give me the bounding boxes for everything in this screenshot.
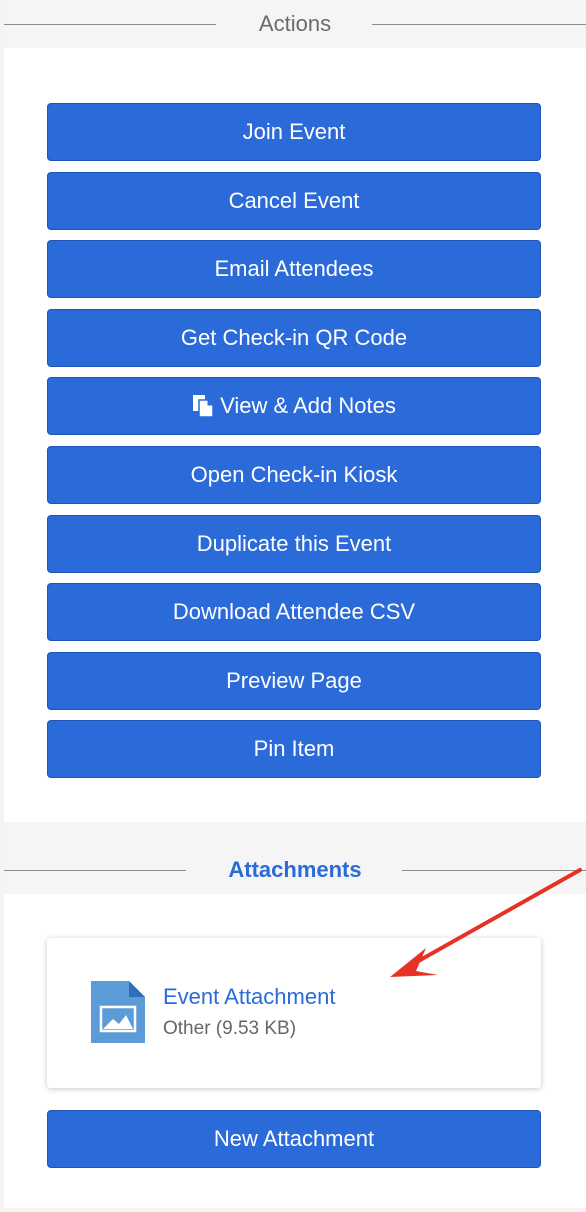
attachments-title: Attachments <box>228 857 362 882</box>
attachment-card[interactable]: Event Attachment Other (9.53 KB) <box>47 938 541 1088</box>
actions-title: Actions <box>258 11 332 36</box>
new-attachment-label: New Attachment <box>213 1126 375 1151</box>
view-add-notes-button[interactable]: View & Add Notes <box>47 377 541 435</box>
pin-item-label: Pin Item <box>253 736 335 761</box>
email-attendees-button[interactable]: Email Attendees <box>47 240 541 298</box>
new-attachment-button[interactable]: New Attachment <box>47 1110 541 1168</box>
actions-header: Actions <box>4 0 586 48</box>
join-event-button[interactable]: Join Event <box>47 103 541 161</box>
header-divider-right <box>402 870 586 871</box>
join-event-label: Join Event <box>242 119 346 144</box>
download-attendee-csv-label: Download Attendee CSV <box>172 599 416 624</box>
preview-page-label: Preview Page <box>226 668 362 693</box>
get-checkin-qr-button[interactable]: Get Check-in QR Code <box>47 309 541 367</box>
cancel-event-label: Cancel Event <box>228 188 360 213</box>
attachment-name-link[interactable]: Event Attachment <box>163 984 335 1010</box>
attachment-meta: Other (9.53 KB) <box>163 1018 297 1039</box>
notes-icon <box>192 394 214 418</box>
pin-item-button[interactable]: Pin Item <box>47 720 541 778</box>
duplicate-event-button[interactable]: Duplicate this Event <box>47 515 541 573</box>
header-divider-left <box>4 870 186 871</box>
download-attendee-csv-button[interactable]: Download Attendee CSV <box>47 583 541 641</box>
email-attendees-label: Email Attendees <box>214 256 374 281</box>
header-divider-left <box>4 24 216 25</box>
get-checkin-qr-label: Get Check-in QR Code <box>180 325 408 350</box>
cancel-event-button[interactable]: Cancel Event <box>47 172 541 230</box>
view-add-notes-label: View & Add Notes <box>220 393 396 418</box>
attachments-header: Attachments <box>4 846 586 894</box>
header-divider-right <box>372 24 586 25</box>
open-checkin-kiosk-button[interactable]: Open Check-in Kiosk <box>47 446 541 504</box>
duplicate-event-label: Duplicate this Event <box>196 531 392 556</box>
image-file-icon <box>91 981 145 1043</box>
open-checkin-kiosk-label: Open Check-in Kiosk <box>190 462 398 487</box>
preview-page-button[interactable]: Preview Page <box>47 652 541 710</box>
